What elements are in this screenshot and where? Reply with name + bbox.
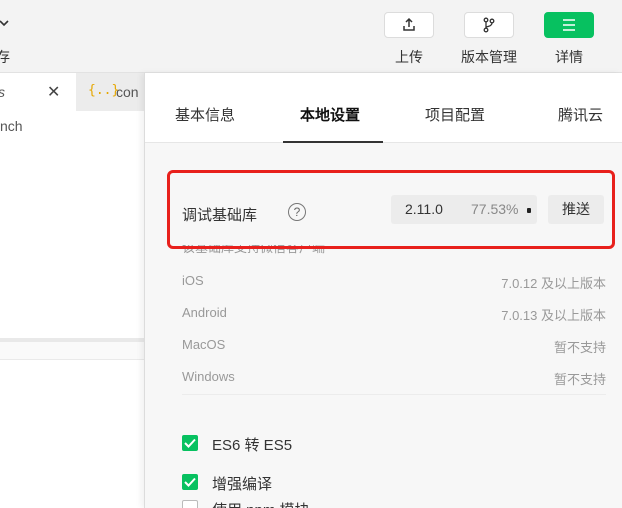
editor-tab-bar: s ✕ {..} con xyxy=(0,73,144,111)
platform-row: Android 7.0.13 及以上版本 xyxy=(182,305,606,325)
platform-row: MacOS 暂不支持 xyxy=(182,337,606,357)
menu-icon xyxy=(544,12,594,38)
checkbox-checked-icon[interactable] xyxy=(182,435,198,451)
panel-tab-bar: 基本信息 本地设置 项目配置 腾讯云 xyxy=(145,73,622,143)
editor-tab[interactable]: {..} con xyxy=(76,73,144,111)
editor-divider[interactable] xyxy=(0,338,144,360)
option-label: 增强编译 xyxy=(212,476,273,493)
editor-tab-label: con xyxy=(116,84,139,100)
platform-support: 暂不支持 xyxy=(553,340,606,355)
editor-partial-text: nch xyxy=(0,118,23,134)
details-label: 详情 xyxy=(555,49,583,65)
details-button[interactable]: 详情 xyxy=(544,12,594,67)
tab-basic-info[interactable]: 基本信息 xyxy=(175,104,235,125)
highlight-annotation xyxy=(167,170,615,249)
editor-tab[interactable]: s ✕ xyxy=(0,73,76,111)
tab-local-settings[interactable]: 本地设置 xyxy=(300,104,360,125)
save-label[interactable]: 存 xyxy=(0,47,10,67)
details-panel: 基本信息 本地设置 项目配置 腾讯云 调试基础库 ? 2.11.0 77.53%… xyxy=(144,73,622,508)
tab-project-config[interactable]: 项目配置 xyxy=(425,104,485,125)
active-tab-indicator xyxy=(283,141,383,143)
top-toolbar: 存 上传 版本管理 详情 xyxy=(0,0,622,73)
upload-icon xyxy=(384,12,434,38)
platform-name: MacOS xyxy=(182,337,226,352)
option-label: ES6 转 ES5 xyxy=(212,437,293,454)
checkbox-checked-icon[interactable] xyxy=(182,474,198,490)
chevron-down-icon[interactable] xyxy=(0,13,12,33)
platform-support: 7.0.13 及以上版本 xyxy=(501,308,606,323)
branch-icon xyxy=(464,12,514,38)
upload-label: 上传 xyxy=(395,49,423,65)
editor-tab-label: s xyxy=(0,84,5,100)
platform-name: iOS xyxy=(182,273,204,288)
option-label: 使用 npm 模块 xyxy=(212,499,310,508)
close-icon[interactable]: ✕ xyxy=(47,82,60,102)
platform-row: iOS 7.0.12 及以上版本 xyxy=(182,273,606,293)
platform-name: Android xyxy=(182,305,227,320)
platform-support: 暂不支持 xyxy=(553,372,606,387)
version-manage-label: 版本管理 xyxy=(461,49,517,65)
platform-row: Windows 暂不支持 xyxy=(182,369,606,395)
checkbox-unchecked-icon[interactable] xyxy=(182,500,198,508)
json-file-icon: {..} xyxy=(88,83,120,98)
platform-support: 7.0.12 及以上版本 xyxy=(501,276,606,291)
tab-tencent-cloud[interactable]: 腾讯云 xyxy=(558,104,603,125)
version-manage-button[interactable]: 版本管理 xyxy=(461,12,517,67)
platform-name: Windows xyxy=(182,369,235,384)
upload-button[interactable]: 上传 xyxy=(384,12,434,67)
